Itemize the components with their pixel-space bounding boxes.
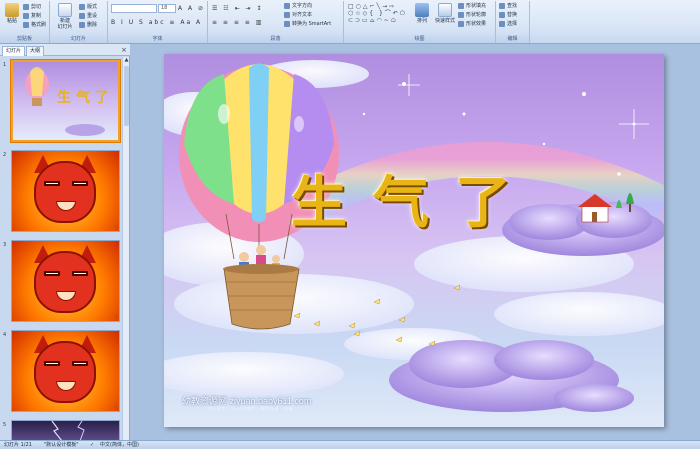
fox-face-image [12, 331, 119, 411]
thumb-number: 3 [3, 242, 7, 248]
current-slide[interactable]: 生气了 幼教资源网 ziyuan.baby611.com PPT课件 · FLA… [164, 54, 664, 427]
thumb-number: 2 [3, 152, 7, 158]
replace-button[interactable]: 替换 [499, 11, 517, 19]
new-slide-button[interactable]: 新建 幻灯片 [54, 3, 76, 33]
animation-star-icon: ☆ [113, 404, 118, 410]
panel-scrollbar[interactable]: ▲ [122, 57, 129, 440]
tab-slides[interactable]: 幻灯片 [2, 46, 26, 56]
arrange-button[interactable]: 排列 [412, 3, 432, 33]
slides-panel: 幻灯片 大纲 × 1 生 气 了 2 ☆ 3 ☆ 4 ☆ 5 ▲ [0, 44, 130, 440]
ribbon: 粘贴 剪切 复制 格式刷 剪贴板 新建 幻灯片 版式 重设 删除 幻灯片 18 … [0, 0, 700, 44]
svg-text:生 气 了: 生 气 了 [57, 89, 109, 106]
clipboard-group: 粘贴 剪切 复制 格式刷 剪贴板 [0, 1, 50, 43]
shapes-gallery[interactable]: □○△⌐╲→⇨ ⬡☆◇{ }⌒↶⬠ ⊂⊃▭⌓◠~⬭ [348, 3, 410, 31]
editing-group-label: 编辑 [496, 35, 529, 43]
spellcheck-icon[interactable]: ✓ [90, 441, 94, 449]
scroll-up-icon[interactable]: ▲ [123, 57, 130, 64]
format-painter-button[interactable]: 格式刷 [23, 21, 46, 29]
paragraph-group-label: 段落 [208, 35, 343, 43]
font-name-combo[interactable] [111, 4, 157, 13]
slide-title[interactable]: 生气了 [234, 158, 594, 239]
cut-button[interactable]: 剪切 [23, 3, 41, 11]
slide-thumbnail-2[interactable]: ☆ [11, 150, 120, 232]
arrange-icon [415, 3, 429, 17]
animation-star-icon: ☆ [113, 224, 118, 230]
watermark-subtext: PPT课件 · FLASH课件 · 教案故事 · 试卷 [208, 406, 294, 411]
shape-fill-button[interactable]: 形状填充 [458, 2, 486, 10]
font-format-buttons[interactable]: B I U S abc ≡ Aa A [111, 18, 202, 27]
paste-icon [5, 3, 19, 17]
close-icon[interactable]: × [121, 46, 127, 54]
language-indicator[interactable]: 中文(简体，中国) [100, 441, 139, 449]
slide-thumbnail-5[interactable] [11, 420, 120, 440]
align-text-button[interactable]: 对齐文本 [284, 11, 312, 19]
text-direction-button[interactable]: 文字方向 [284, 2, 312, 10]
drawing-group: □○△⌐╲→⇨ ⬡☆◇{ }⌒↶⬠ ⊂⊃▭⌓◠~⬭ 排列 快速样式 形状填充 形状轮… [344, 1, 496, 43]
slides-group: 新建 幻灯片 版式 重设 删除 幻灯片 [50, 1, 108, 43]
slide-thumbnail-3[interactable]: ☆ [11, 240, 120, 322]
font-grow-shrink[interactable]: A A ⊘ [178, 4, 205, 13]
editing-group: 查找 替换 选择 编辑 [496, 1, 530, 43]
lightning-image [51, 421, 85, 440]
status-bar: 幻灯片 1/21 "默认设计模板" ✓ 中文(简体，中国) [0, 440, 700, 449]
copy-button[interactable]: 复制 [23, 12, 41, 20]
thumb-number: 5 [3, 422, 7, 428]
animation-star-icon: ☆ [113, 314, 118, 320]
paste-button[interactable]: 粘贴 [2, 3, 22, 33]
font-group-label: 字体 [108, 35, 207, 43]
quick-styles-icon [438, 3, 452, 17]
thumbnail-1-preview: 生 气 了 [13, 62, 118, 140]
fox-face-image [12, 241, 119, 321]
slide-count: 幻灯片 1/21 [4, 442, 32, 448]
thumb-number: 1 [3, 62, 7, 68]
delete-button[interactable]: 删除 [79, 21, 97, 29]
list-indent-buttons[interactable]: ☰ ☷ ⇤ ⇥ ↕ [212, 4, 263, 13]
paragraph-group: ☰ ☷ ⇤ ⇥ ↕ ≡ ≡ ≡ ≡ ▥ 文字方向 对齐文本 转换为 SmartA… [208, 1, 344, 43]
find-button[interactable]: 查找 [499, 2, 517, 10]
font-group: 18 A A ⊘ B I U S abc ≡ Aa A 字体 [108, 1, 208, 43]
slide-thumbnail-1[interactable]: 生 气 了 [11, 60, 120, 142]
select-button[interactable]: 选择 [499, 20, 517, 28]
thumb-number: 4 [3, 332, 7, 338]
panel-tabs: 幻灯片 大纲 × [0, 44, 130, 56]
reset-button[interactable]: 重设 [79, 12, 97, 20]
font-size-combo[interactable]: 18 [158, 4, 176, 13]
theme-name: "默认设计模板" [44, 442, 79, 448]
shape-effects-button[interactable]: 形状效果 [458, 20, 486, 28]
slide-thumbnail-4[interactable]: ☆ [11, 330, 120, 412]
slides-group-label: 幻灯片 [50, 35, 107, 43]
convert-smartart-button[interactable]: 转换为 SmartArt [284, 20, 331, 28]
quick-styles-button[interactable]: 快速样式 [432, 3, 458, 33]
clipboard-group-label: 剪贴板 [0, 35, 49, 43]
fox-face-image [12, 151, 119, 231]
scroll-thumb[interactable] [124, 66, 129, 126]
new-slide-icon [58, 3, 72, 17]
layout-button[interactable]: 版式 [79, 3, 97, 11]
alignment-buttons[interactable]: ≡ ≡ ≡ ≡ ▥ [212, 18, 263, 27]
tab-outline[interactable]: 大纲 [26, 46, 45, 56]
shape-outline-button[interactable]: 形状轮廓 [458, 11, 486, 19]
drawing-group-label: 绘图 [344, 35, 495, 43]
slide-background-art [164, 60, 664, 412]
